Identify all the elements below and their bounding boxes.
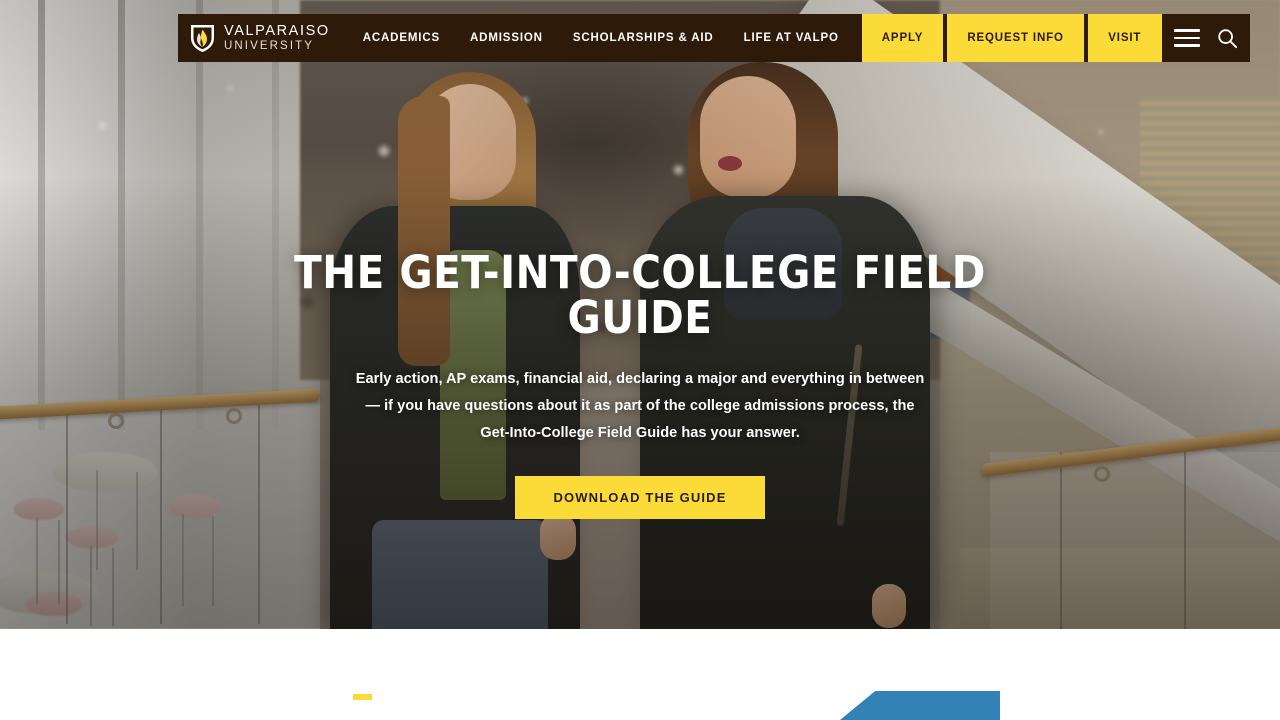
- hero-section: THE GET-INTO-COLLEGE FIELD GUIDE Early a…: [0, 0, 1280, 629]
- hero-content: THE GET-INTO-COLLEGE FIELD GUIDE Early a…: [0, 246, 1280, 520]
- nav-item-academics[interactable]: ACADEMICS: [348, 14, 455, 62]
- apply-button[interactable]: APPLY: [861, 14, 944, 62]
- download-the-guide-button[interactable]: DOWNLOAD THE GUIDE: [515, 476, 765, 520]
- yellow-accent-rule: [353, 694, 372, 700]
- nav-item-scholarships-and-aid[interactable]: SCHOLARSHIPS & AID: [558, 14, 729, 62]
- search-icon[interactable]: [1216, 27, 1238, 49]
- header-icon-group: [1161, 14, 1250, 62]
- primary-navigation: ACADEMICS ADMISSION SCHOLARSHIPS & AID L…: [348, 14, 854, 62]
- request-info-button[interactable]: REQUEST INFO: [947, 14, 1084, 62]
- below-fold-section: [0, 629, 1280, 720]
- nav-item-life-at-valpo[interactable]: LIFE AT VALPO: [729, 14, 854, 62]
- page-title: THE GET-INTO-COLLEGE FIELD GUIDE: [294, 246, 986, 344]
- hero-subtitle: Early action, AP exams, financial aid, d…: [355, 371, 925, 441]
- visit-button[interactable]: VISIT: [1087, 14, 1162, 62]
- page-root: THE GET-INTO-COLLEGE FIELD GUIDE Early a…: [0, 0, 1280, 720]
- nav-item-admission[interactable]: ADMISSION: [455, 14, 558, 62]
- header-cta-group: APPLY REQUEST INFO VISIT: [861, 14, 1162, 62]
- site-header: VALPARAISO UNIVERSITY ACADEMICS ADMISSIO…: [178, 14, 1250, 62]
- shield-flame-logo-icon: [191, 25, 214, 52]
- brand-name-line1: VALPARAISO: [224, 23, 330, 40]
- brand-name-line2: UNIVERSITY: [224, 39, 315, 52]
- brand-logo-link[interactable]: VALPARAISO UNIVERSITY: [178, 14, 348, 62]
- hamburger-menu-icon[interactable]: [1173, 29, 1200, 47]
